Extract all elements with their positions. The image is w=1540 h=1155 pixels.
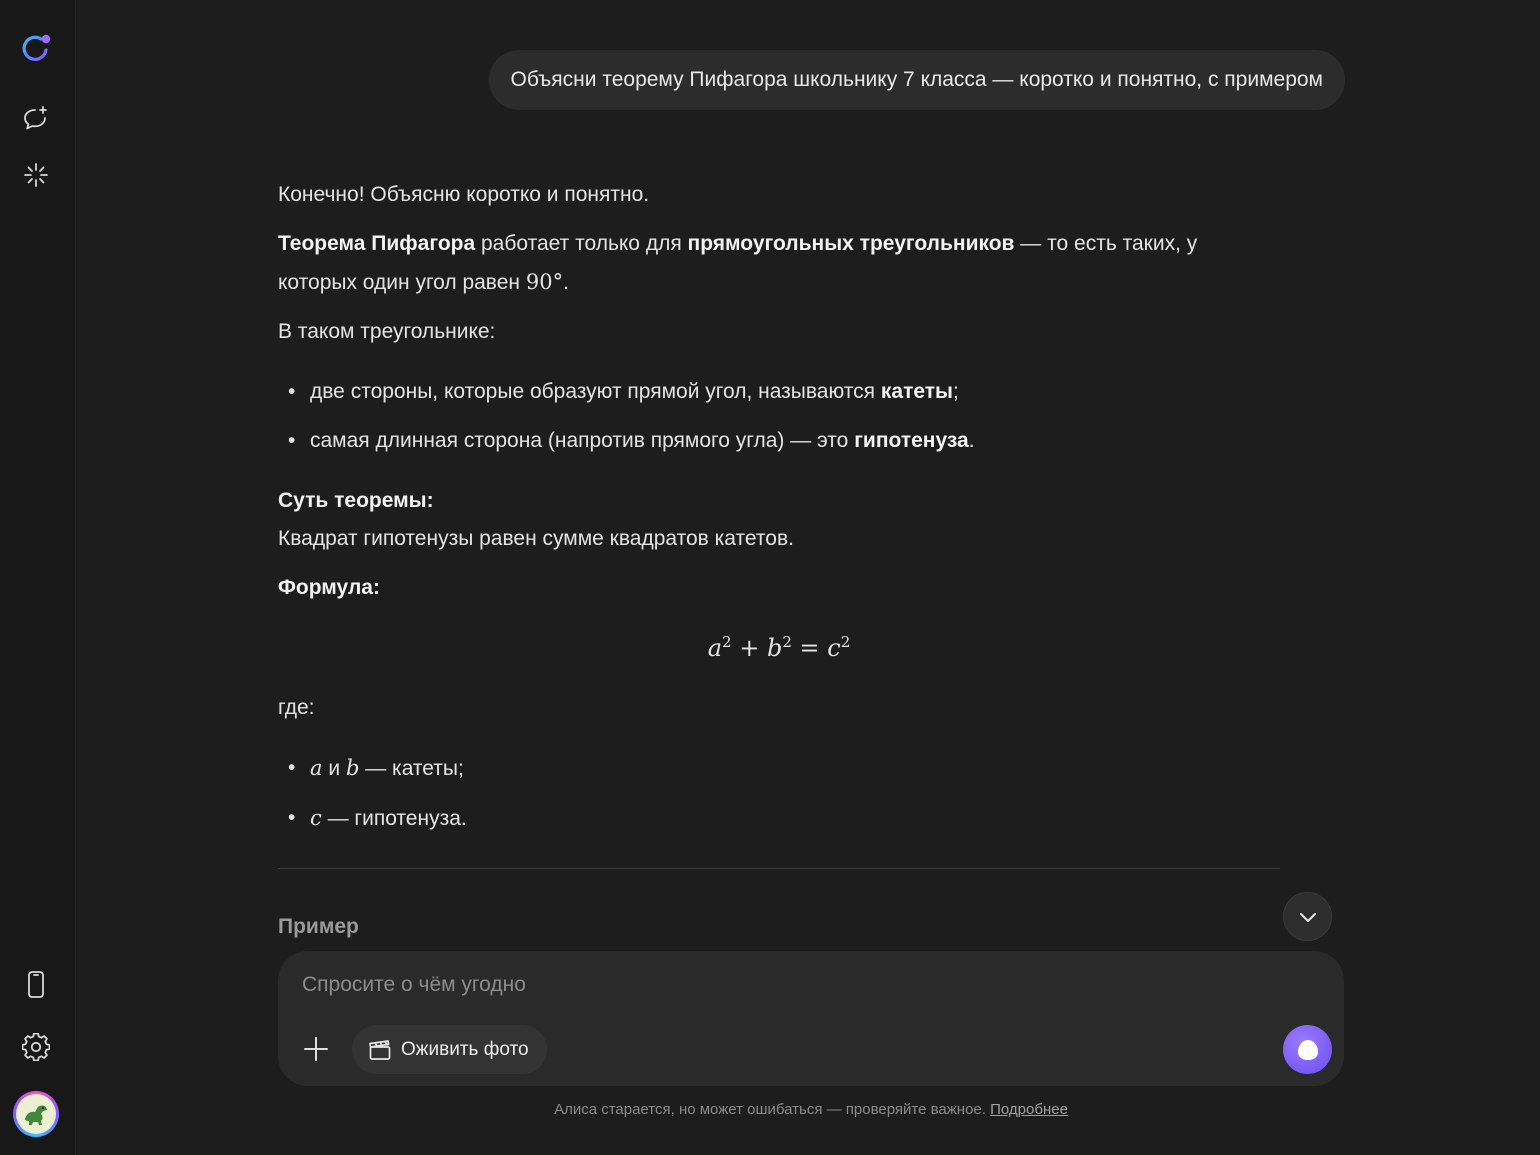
var-b: b bbox=[345, 756, 360, 780]
animate-photo-button[interactable]: Оживить фото bbox=[352, 1025, 547, 1074]
variables-list: a и b — катеты; c — гипотенуза. bbox=[278, 749, 1280, 838]
message-input[interactable] bbox=[302, 973, 1202, 997]
clapperboard-icon bbox=[369, 1039, 391, 1060]
disclaimer-text: Алиса старается, но может ошибаться — пр… bbox=[554, 1101, 991, 1118]
divider bbox=[278, 868, 1280, 869]
answer-intro: Конечно! Объясню коротко и понятно. bbox=[278, 183, 650, 206]
angle-value: 90° bbox=[525, 270, 564, 294]
phone-icon[interactable] bbox=[14, 963, 58, 1007]
scroll-down-button[interactable] bbox=[1283, 892, 1332, 941]
bullet-text: самая длинная сторона (напротив прямого … bbox=[310, 429, 855, 452]
var-c: c bbox=[310, 806, 322, 830]
alice-logo-icon[interactable] bbox=[14, 26, 58, 70]
formula-exp: 2 bbox=[722, 633, 732, 651]
legs-term: катеты bbox=[880, 380, 953, 403]
gear-icon[interactable] bbox=[14, 1025, 58, 1069]
formula-equals: = bbox=[799, 634, 820, 662]
formula-a: a bbox=[707, 634, 723, 662]
learn-more-link[interactable]: Подробнее bbox=[990, 1101, 1068, 1118]
legs-text: — катеты; bbox=[359, 757, 464, 780]
formula-title-text: Формула: bbox=[278, 576, 380, 599]
hyp-text: — гипотенуза. bbox=[321, 807, 467, 830]
pythagorean-formula: a2 + b2 = c2 bbox=[278, 623, 1280, 667]
example-heading: Пример bbox=[278, 915, 359, 938]
hypotenuse-term: гипотенуза bbox=[854, 429, 969, 452]
formula-title: Формула: bbox=[278, 569, 1280, 607]
message-composer: Оживить фото bbox=[278, 951, 1344, 1086]
bullet-text: две стороны, которые образуют прямой уго… bbox=[310, 380, 881, 403]
dinosaur-avatar[interactable] bbox=[13, 1091, 59, 1137]
formula-plus: + bbox=[739, 634, 760, 662]
var-a: a bbox=[310, 756, 323, 780]
triangle-intro: В таком треугольнике: bbox=[278, 320, 496, 343]
plus-icon bbox=[304, 1037, 328, 1061]
animate-photo-label: Оживить фото bbox=[401, 1038, 529, 1060]
assistant-answer: Конечно! Объясню коротко и понятно. Теор… bbox=[278, 178, 1280, 838]
alice-voice-icon bbox=[1297, 1039, 1318, 1060]
list-item: c — гипотенуза. bbox=[278, 799, 1280, 838]
formula-exp: 2 bbox=[782, 633, 792, 651]
list-item: a и b — катеты; bbox=[278, 749, 1280, 788]
formula-c: c bbox=[827, 634, 841, 662]
sparkle-icon[interactable] bbox=[14, 153, 58, 197]
bullet-end: ; bbox=[952, 380, 959, 403]
chevron-down-icon bbox=[1299, 912, 1316, 922]
essence-text: Квадрат гипотенузы равен сумме квадратов… bbox=[278, 527, 794, 550]
bullet-end: . bbox=[968, 429, 975, 452]
theorem-name: Теорема Пифагора bbox=[278, 232, 476, 255]
formula-b: b bbox=[766, 634, 783, 662]
right-triangles-term: прямоугольных треугольников bbox=[687, 232, 1015, 255]
definition-text-1: работает только для bbox=[475, 232, 688, 255]
essence-title-text: Суть теоремы: bbox=[278, 489, 434, 512]
list-item: самая длинная сторона (напротив прямого … bbox=[278, 422, 1280, 460]
answer-definition: Теорема Пифагора работает только для пря… bbox=[278, 225, 1280, 302]
attach-button[interactable] bbox=[298, 1031, 334, 1067]
user-message-bubble: Объясни теорему Пифагора школьнику 7 кла… bbox=[488, 50, 1345, 110]
var-and: и bbox=[322, 757, 346, 780]
alice-voice-button[interactable] bbox=[1283, 1025, 1332, 1074]
formula-exp: 2 bbox=[840, 633, 851, 651]
new-chat-icon[interactable] bbox=[14, 97, 58, 141]
where-label: где: bbox=[278, 696, 315, 719]
definition-end: . bbox=[563, 271, 569, 294]
sidebar bbox=[0, 0, 76, 1155]
list-item: две стороны, которые образуют прямой уго… bbox=[278, 373, 1280, 411]
disclaimer: Алиса старается, но может ошибаться — пр… bbox=[278, 1101, 1344, 1118]
essence-title: Суть теоремы: bbox=[278, 482, 1280, 520]
triangle-sides-list: две стороны, которые образуют прямой уго… bbox=[278, 373, 1280, 460]
